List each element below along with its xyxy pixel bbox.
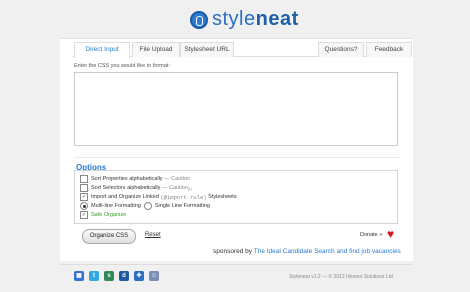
footer-divider xyxy=(60,264,413,265)
safe-organize-label: Safe Organize xyxy=(91,212,127,218)
sponsor-link[interactable]: The Ideal Candidate Search and find job … xyxy=(254,248,401,255)
import-linked-checkbox[interactable]: ✓ xyxy=(80,193,88,201)
options-box: Sort Properties alphabetically — Caution… xyxy=(74,170,398,224)
reddit-icon[interactable]: ☺ xyxy=(149,271,159,281)
logo-text-neat: neat xyxy=(255,8,299,30)
copyright-text: Styleneat v1.2 — © 2012 Inkeres Solution… xyxy=(289,274,393,280)
twitter-icon[interactable]: t xyxy=(89,271,99,281)
sponsor-text: sponsored by The Ideal Candidate Search … xyxy=(213,248,401,255)
organize-css-button[interactable]: Organize CSS xyxy=(82,229,136,244)
tab-file-upload[interactable]: File Upload xyxy=(132,42,180,57)
multi-line-radio[interactable] xyxy=(80,202,88,210)
option-sort-properties[interactable]: Sort Properties alphabetically — Caution xyxy=(80,175,190,183)
digg-icon[interactable]: d xyxy=(119,271,129,281)
tab-direct-input[interactable]: Direct Input xyxy=(74,42,130,58)
reset-link[interactable]: Reset xyxy=(145,232,161,238)
logo-text: styleneat xyxy=(212,8,299,31)
sort-selectors-caution-sup: (!) xyxy=(187,185,192,191)
multi-line-label: Multi-line Formatting xyxy=(91,203,141,209)
heart-icon[interactable]: ♥ xyxy=(387,228,394,240)
import-linked-suffix: Stylesheets xyxy=(208,194,237,200)
option-format-mode: Multi-line Formatting Single Line Format… xyxy=(80,202,210,210)
css-input-textarea[interactable] xyxy=(74,72,398,146)
header: styleneat xyxy=(0,0,470,38)
tab-questions[interactable]: Questions? xyxy=(318,42,364,57)
mixx-icon[interactable]: ✚ xyxy=(134,271,144,281)
tab-stylesheet-url[interactable]: Stylesheet URL xyxy=(180,42,234,57)
tab-feedback[interactable]: Feedback xyxy=(366,42,412,57)
styleneat-logo[interactable]: styleneat xyxy=(190,8,299,31)
sort-selectors-checkbox[interactable] xyxy=(80,184,88,192)
single-line-radio[interactable] xyxy=(143,202,152,210)
option-safe-organize[interactable]: ✓ Safe Organize xyxy=(80,211,126,219)
social-icons: ▦ t s d ✚ ☺ xyxy=(74,271,164,281)
safe-organize-checkbox[interactable]: ✓ xyxy=(80,211,88,219)
sponsor-prefix: sponsored by xyxy=(213,248,253,255)
donate-link[interactable]: Donate » xyxy=(360,232,382,238)
logo-text-style: style xyxy=(212,8,256,30)
import-rule-note: (@import rule) xyxy=(160,193,207,201)
css-input-label: Enter the CSS you would like to format: xyxy=(74,63,170,69)
option-import-linked[interactable]: ✓ Import and Organize Linked (@import ru… xyxy=(80,193,237,201)
sort-selectors-label: Sort Selectors alphabetically xyxy=(91,185,161,191)
sort-properties-checkbox[interactable] xyxy=(80,175,88,183)
sort-properties-caution: — Caution xyxy=(164,176,191,182)
single-line-label: Single Line Formatting xyxy=(154,203,210,209)
sort-properties-label: Sort Properties alphabetically xyxy=(91,176,163,182)
sort-selectors-caution: — Caution xyxy=(161,185,188,191)
styleneat-logo-icon xyxy=(190,10,208,29)
import-linked-label: Import and Organize Linked xyxy=(91,194,159,200)
stumbleupon-icon[interactable]: s xyxy=(104,271,114,281)
tab-bar: Direct Input File Upload Stylesheet URL … xyxy=(72,39,412,58)
delicious-icon[interactable]: ▦ xyxy=(74,271,84,281)
main-panel: Direct Input File Upload Stylesheet URL … xyxy=(60,38,413,261)
option-sort-selectors[interactable]: Sort Selectors alphabetically — Caution(… xyxy=(80,184,192,192)
divider xyxy=(74,157,399,158)
